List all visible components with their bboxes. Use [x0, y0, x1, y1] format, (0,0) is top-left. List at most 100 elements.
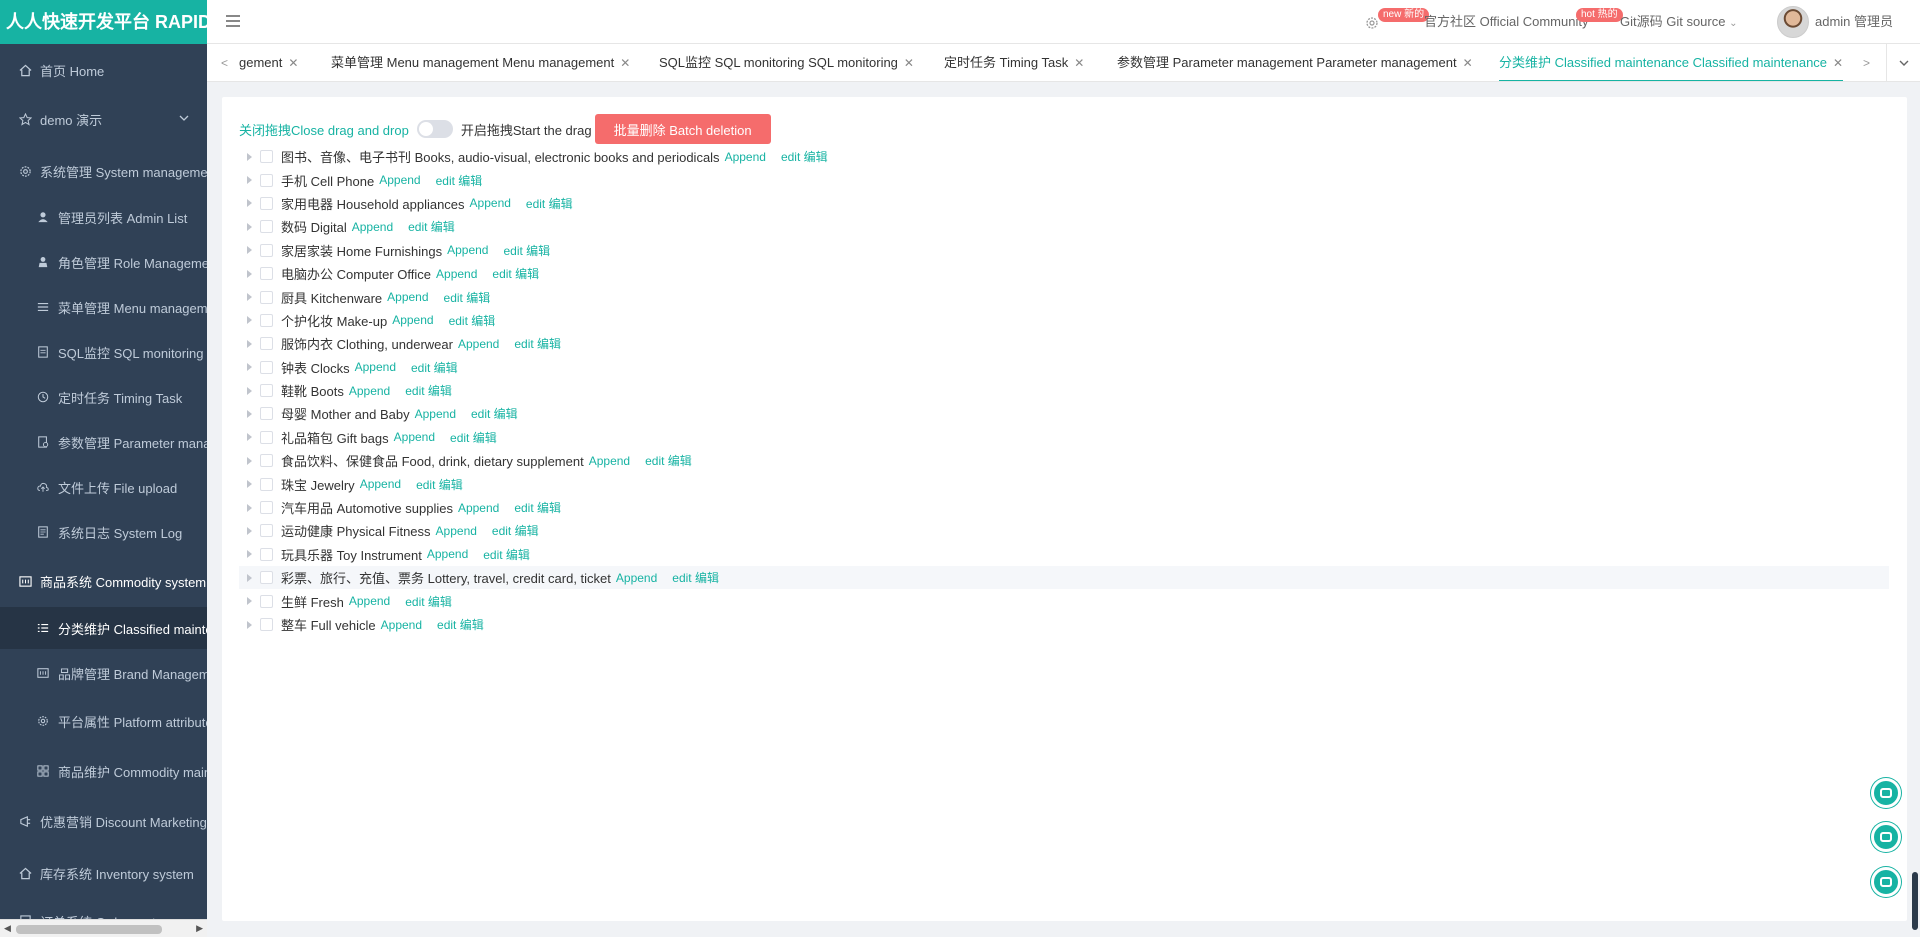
expand-caret-icon[interactable]	[247, 480, 252, 489]
sidebar-item-system[interactable]: 系统管理 System management	[0, 150, 207, 192]
edit-link[interactable]: edit 编辑	[411, 359, 458, 376]
row-checkbox[interactable]	[260, 407, 273, 421]
tab-scroll-left-icon[interactable]: <	[221, 44, 228, 81]
settings-gear-icon[interactable]	[1365, 0, 1379, 44]
sidebar-item-sql[interactable]: SQL监控 SQL monitoring	[0, 331, 207, 373]
scroll-right-arrow-icon[interactable]: ▶	[196, 923, 203, 934]
append-link[interactable]: Append	[349, 384, 390, 398]
scroll-left-arrow-icon[interactable]: ◀	[4, 923, 11, 934]
message-button[interactable]	[1871, 822, 1901, 852]
sidebar-item-log[interactable]: 系统日志 System Log	[0, 511, 207, 553]
sidebar-item-commodity-maintenance[interactable]: 商品维护 Commodity maintenance	[0, 750, 207, 792]
append-link[interactable]: Append	[392, 313, 433, 327]
append-link[interactable]: Append	[381, 618, 422, 632]
sidebar-item-upload[interactable]: 文件上传 File upload	[0, 466, 207, 508]
row-checkbox[interactable]	[260, 594, 273, 608]
edit-link[interactable]: edit 编辑	[492, 522, 539, 539]
row-checkbox[interactable]	[260, 454, 273, 468]
sidebar-item-commodity[interactable]: 商品系统 Commodity system	[0, 560, 207, 602]
sidebar-item-menu[interactable]: 菜单管理 Menu management	[0, 286, 207, 328]
expand-caret-icon[interactable]	[247, 597, 252, 606]
user-name[interactable]: admin 管理员	[1815, 0, 1893, 44]
hamburger-icon[interactable]	[226, 15, 240, 27]
tree-row[interactable]: 玩具乐器 Toy Instrument Append edit 编辑	[239, 543, 1889, 566]
sidebar-item-role[interactable]: 角色管理 Role Management	[0, 241, 207, 283]
row-checkbox[interactable]	[260, 220, 273, 234]
tab-timing-task[interactable]: 定时任务 Timing Task ✕	[944, 44, 1084, 81]
append-link[interactable]: Append	[415, 407, 456, 421]
expand-caret-icon[interactable]	[247, 176, 252, 185]
tree-row[interactable]: 礼品箱包 Gift bags Append edit 编辑	[239, 426, 1889, 449]
expand-caret-icon[interactable]	[247, 409, 252, 418]
close-drag-label[interactable]: 关闭拖拽Close drag and drop	[239, 120, 409, 139]
row-checkbox[interactable]	[260, 196, 273, 210]
edit-link[interactable]: edit 编辑	[437, 616, 484, 633]
tree-row[interactable]: 个护化妆 Make-up Append edit 编辑	[239, 309, 1889, 332]
edit-link[interactable]: edit 编辑	[526, 195, 573, 212]
sidebar-item-admin-list[interactable]: 管理员列表 Admin List	[0, 196, 207, 238]
row-checkbox[interactable]	[260, 618, 273, 631]
expand-caret-icon[interactable]	[247, 316, 252, 325]
row-checkbox[interactable]	[260, 313, 273, 327]
edit-link[interactable]: edit 编辑	[405, 382, 452, 399]
sidebar-item-brand[interactable]: 品牌管理 Brand Management	[0, 652, 207, 694]
sidebar-item-platform-attributes[interactable]: 平台属性 Platform attributes	[0, 700, 207, 742]
append-link[interactable]: Append	[360, 477, 401, 491]
tree-row[interactable]: 手机 Cell Phone Append edit 编辑	[239, 168, 1889, 191]
tab-scroll-right-icon[interactable]: >	[1863, 44, 1870, 81]
expand-caret-icon[interactable]	[247, 503, 252, 512]
edit-link[interactable]: edit 编辑	[672, 569, 719, 586]
row-checkbox[interactable]	[260, 290, 273, 304]
close-icon[interactable]: ✕	[1074, 56, 1084, 70]
document-button[interactable]	[1871, 867, 1901, 897]
expand-caret-icon[interactable]	[247, 363, 252, 372]
row-checkbox[interactable]	[260, 150, 273, 164]
expand-caret-icon[interactable]	[247, 152, 252, 161]
sidebar-item-demo[interactable]: demo 演示	[0, 98, 207, 140]
tree-row[interactable]: 珠宝 Jewelry Append edit 编辑	[239, 472, 1889, 495]
sidebar-item-classified[interactable]: 分类维护 Classified maintenance	[0, 607, 207, 649]
edit-link[interactable]: edit 编辑	[492, 265, 539, 282]
row-checkbox[interactable]	[260, 501, 273, 515]
official-community-link[interactable]: 官方社区 Official Community	[1424, 0, 1588, 44]
row-checkbox[interactable]	[260, 337, 273, 351]
tab-menu-management[interactable]: 菜单管理 Menu management Menu management ✕	[331, 44, 630, 81]
drag-toggle-switch[interactable]	[416, 120, 453, 138]
tree-row[interactable]: 电脑办公 Computer Office Append edit 编辑	[239, 262, 1889, 285]
tree-row[interactable]: 服饰内衣 Clothing, underwear Append edit 编辑	[239, 332, 1889, 355]
expand-caret-icon[interactable]	[247, 269, 252, 278]
edit-link[interactable]: edit 编辑	[471, 405, 518, 422]
append-link[interactable]: Append	[447, 243, 488, 257]
close-icon[interactable]: ✕	[904, 56, 914, 70]
edit-link[interactable]: edit 编辑	[416, 476, 463, 493]
sidebar-item-parameter[interactable]: 参数管理 Parameter management	[0, 421, 207, 463]
append-link[interactable]: Append	[352, 220, 393, 234]
tab-management-cut[interactable]: gement ✕	[239, 44, 298, 81]
append-link[interactable]: Append	[355, 360, 396, 374]
edit-link[interactable]: edit 编辑	[781, 148, 828, 165]
expand-caret-icon[interactable]	[247, 433, 252, 442]
close-icon[interactable]: ✕	[620, 56, 630, 70]
row-checkbox[interactable]	[260, 477, 273, 491]
tree-row[interactable]: 家居家装 Home Furnishings Append edit 编辑	[239, 239, 1889, 262]
tree-row[interactable]: 生鲜 Fresh Append edit 编辑	[239, 589, 1889, 612]
scrollbar-thumb[interactable]	[16, 925, 162, 934]
sidebar-item-home[interactable]: 首页 Home	[0, 49, 207, 91]
append-link[interactable]: Append	[458, 337, 499, 351]
sidebar-horizontal-scrollbar[interactable]: ◀ ▶	[0, 919, 207, 937]
expand-caret-icon[interactable]	[247, 199, 252, 208]
edit-link[interactable]: edit 编辑	[514, 335, 561, 352]
sidebar-item-discount-marketing[interactable]: 优惠营销 Discount Marketing	[0, 800, 207, 842]
expand-caret-icon[interactable]	[247, 293, 252, 302]
tab-sql-monitoring[interactable]: SQL监控 SQL monitoring SQL monitoring ✕	[659, 44, 914, 81]
row-checkbox[interactable]	[260, 547, 273, 561]
row-checkbox[interactable]	[260, 430, 273, 444]
tab-parameter-management[interactable]: 参数管理 Parameter management Parameter mana…	[1117, 44, 1473, 81]
sidebar-item-inventory[interactable]: 库存系统 Inventory system	[0, 852, 207, 894]
expand-caret-icon[interactable]	[247, 526, 252, 535]
git-source-link[interactable]: Git源码 Git source ⌄	[1620, 0, 1737, 44]
tree-row[interactable]: 鞋靴 Boots Append edit 编辑	[239, 379, 1889, 402]
expand-caret-icon[interactable]	[247, 620, 252, 629]
row-checkbox[interactable]	[260, 173, 273, 187]
append-link[interactable]: Append	[387, 290, 428, 304]
